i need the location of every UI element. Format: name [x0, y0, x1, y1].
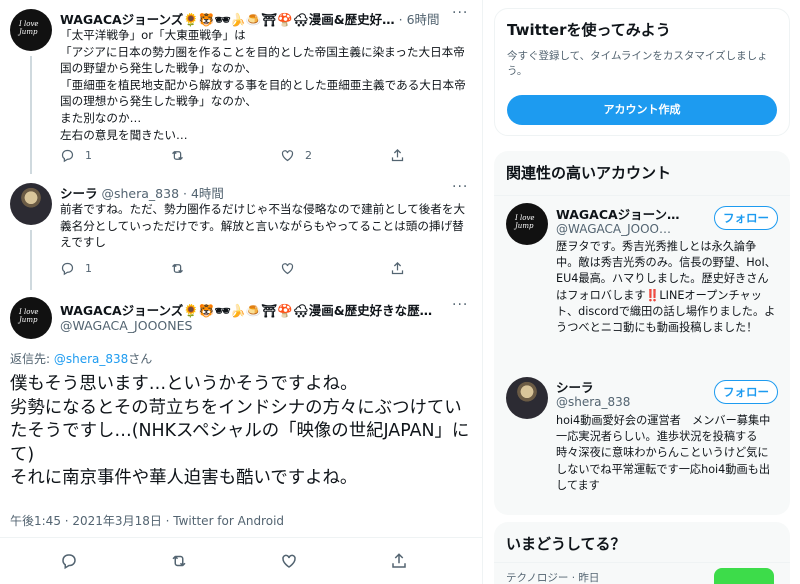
more-icon[interactable]: ··· [452, 297, 468, 313]
share-icon [392, 553, 406, 568]
trends-card: いまどうしてる？ テクノロジー · 昨日 [494, 522, 790, 584]
relevant-title: 関連性の高いアカウント [506, 164, 672, 182]
avatar[interactable] [10, 183, 52, 225]
divider [494, 195, 790, 196]
account-bio: hoi4動画愛好会の運営者 メンバー募集中一応実況者らしい。進歩状況を投稿する時… [556, 414, 771, 492]
follow-button[interactable]: フォロー [714, 380, 778, 404]
reply-button[interactable] [60, 552, 170, 570]
heart-icon [281, 150, 294, 162]
thread-line [30, 56, 32, 174]
share-button[interactable] [390, 261, 482, 276]
reply-count: 1 [85, 149, 92, 162]
reply-to-line: 返信先: @shera_838さん [10, 352, 153, 366]
tweet-text: 「太平洋戦争」or「大東亜戦争」は 「アジアに日本の勢力圏を作ることを目的とした… [60, 28, 466, 142]
share-button[interactable] [390, 148, 482, 163]
author-handle[interactable]: @WAGACA_JOOONES [60, 318, 192, 333]
author-handle[interactable]: @shera_838 [102, 186, 180, 201]
more-icon[interactable]: ··· [452, 179, 468, 195]
account-name[interactable]: WAGACAジョーン… [556, 204, 680, 223]
divider [0, 537, 482, 538]
heart-icon [282, 554, 296, 568]
retweet-button[interactable] [170, 552, 280, 570]
signup-description: 今すぐ登録して、タイムラインをカスタマイズしましょう。 [507, 50, 768, 77]
reply-button[interactable]: 1 [60, 261, 170, 276]
reply-icon [61, 262, 74, 276]
create-account-button[interactable]: アカウント作成 [507, 95, 777, 125]
retweet-icon [172, 150, 183, 161]
account-bio: 歴ヲタです。秀吉光秀推しとは永久論争中。敵は秀吉光秀のみ。信長の野望、HoI、E… [556, 240, 776, 335]
reply-icon [61, 149, 74, 163]
author-name[interactable]: WAGACAジョーンズ🌻🐯🕶🍌🍮⛩🍄🌨漫画&歴史好きな歴… [60, 303, 432, 318]
signup-title: Twitterを使ってみよう [507, 21, 671, 39]
conversation-column: I love Jump WAGACAジョーンズ🌻🐯🕶🍌🍮⛩🍄🌨漫画&歴史好… ·… [0, 0, 483, 584]
reply-button[interactable]: 1 [60, 148, 170, 163]
retweet-button[interactable] [170, 261, 280, 276]
more-icon[interactable]: ··· [452, 5, 468, 21]
author-name[interactable]: シーラ [60, 186, 98, 201]
follow-button[interactable]: フォロー [714, 206, 778, 230]
avatar[interactable]: I love Jump [10, 9, 52, 51]
like-count: 2 [305, 149, 312, 162]
trend-thumbnail[interactable] [714, 568, 774, 584]
avatar[interactable]: I love Jump [506, 203, 548, 245]
tweet-time[interactable]: · 4時間 [183, 186, 224, 201]
reply-to-link[interactable]: @shera_838 [54, 352, 128, 366]
tweet-text: 前者ですね。ただ、勢力圏作るだけじゃ不当な侵略なので建前として後者を大義名分とし… [60, 202, 466, 250]
retweet-icon [172, 263, 183, 274]
retweet-icon [172, 555, 186, 567]
share-button[interactable] [390, 552, 482, 570]
author-name[interactable]: WAGACAジョーンズ🌻🐯🕶🍌🍮⛩🍄🌨漫画&歴史好… [60, 12, 395, 27]
like-button[interactable] [280, 552, 390, 570]
share-icon [391, 261, 404, 275]
relevant-accounts-card: 関連性の高いアカウント I love Jump WAGACAジョーン… @WAG… [494, 151, 790, 515]
account-handle[interactable]: @shera_838 [556, 395, 630, 409]
like-button[interactable] [280, 261, 390, 276]
account-name[interactable]: シーラ [556, 377, 594, 396]
heart-icon [281, 263, 294, 275]
thread-line [30, 230, 32, 290]
tweet-time[interactable]: · 6時間 [399, 12, 440, 27]
retweet-button[interactable] [170, 148, 280, 163]
sidebar: Twitterを使ってみよう 今すぐ登録して、タイムラインをカスタマイズしましょ… [484, 0, 800, 584]
share-icon [391, 148, 404, 162]
divider [494, 562, 790, 563]
trends-title: いまどうしてる？ [506, 535, 626, 553]
like-button[interactable]: 2 [280, 148, 390, 163]
trend-meta[interactable]: テクノロジー · 昨日 [506, 570, 599, 584]
tweet-text: 僕もそう思います…というかそうですよね。 劣勢になるとその苛立ちをインドシナの方… [10, 374, 470, 489]
account-handle[interactable]: @WAGACA_JOOO… [556, 222, 671, 236]
reply-icon [62, 554, 76, 570]
avatar[interactable] [506, 377, 548, 419]
reply-count: 1 [85, 262, 92, 275]
avatar[interactable]: I love Jump [10, 297, 52, 339]
tweet-meta[interactable]: 午後1:45 · 2021年3月18日 · Twitter for Androi… [10, 512, 284, 529]
signup-card: Twitterを使ってみよう 今すぐ登録して、タイムラインをカスタマイズしましょ… [494, 8, 790, 136]
